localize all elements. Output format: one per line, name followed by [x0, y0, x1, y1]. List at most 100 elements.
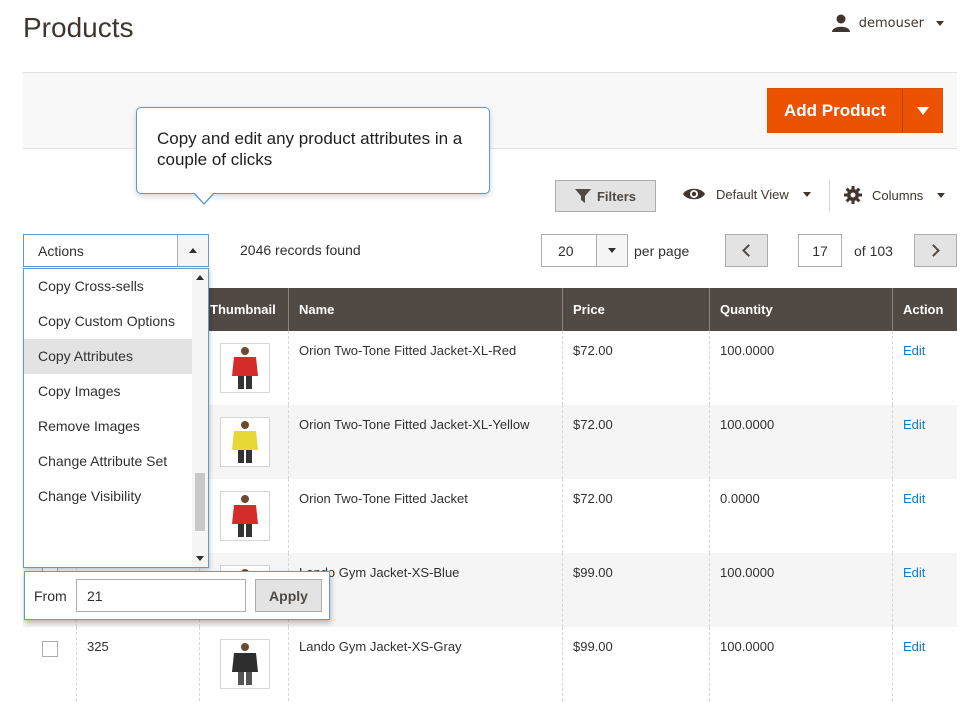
- row-thumbnail: [199, 479, 288, 553]
- per-page-toggle[interactable]: [596, 235, 627, 266]
- row-select-cell: [23, 627, 76, 701]
- user-name: demouser: [858, 15, 924, 31]
- from-label: From: [34, 587, 67, 604]
- jacket-image-icon: [232, 495, 258, 537]
- product-thumbnail[interactable]: [220, 491, 270, 541]
- copy-from-panel: From 21 Apply: [24, 571, 330, 620]
- edit-link[interactable]: Edit: [903, 417, 925, 432]
- row-quantity: 100.0000: [709, 331, 892, 405]
- columns-label: Columns: [872, 187, 924, 203]
- per-page-label: per page: [634, 243, 690, 259]
- apply-label: Apply: [269, 587, 308, 604]
- row-checkbox[interactable]: [41, 641, 58, 657]
- scroll-up-icon[interactable]: [196, 275, 204, 280]
- add-product-button[interactable]: Add Product: [768, 89, 902, 132]
- table-row: 325 Lando Gym Jacket-XS-Gray $99.00 100.…: [23, 627, 957, 701]
- actions-toggle[interactable]: [177, 235, 208, 266]
- row-action-cell: Edit: [892, 331, 957, 405]
- menu-item-copy-attributes[interactable]: Copy Attributes: [24, 339, 192, 374]
- add-product-label: Add Product: [784, 100, 886, 120]
- row-quantity: 0.0000: [709, 479, 892, 553]
- header-action: Action: [892, 288, 957, 331]
- chevron-right-icon: [927, 244, 940, 257]
- row-name: Orion Two-Tone Fitted Jacket-XL-Red: [288, 331, 562, 405]
- menu-item-change-attribute-set[interactable]: Change Attribute Set: [24, 444, 192, 479]
- row-action-cell: Edit: [892, 405, 957, 479]
- funnel-icon: [574, 189, 591, 203]
- per-page-select[interactable]: 20: [541, 234, 628, 267]
- product-thumbnail[interactable]: [220, 343, 270, 393]
- toolbar-divider: [829, 180, 830, 211]
- scrollbar-thumb[interactable]: [195, 473, 205, 531]
- feature-tooltip: Copy and edit any product attributes in …: [136, 107, 490, 205]
- user-icon: [831, 14, 850, 32]
- header-name[interactable]: Name: [288, 288, 562, 331]
- product-thumbnail[interactable]: [220, 417, 270, 467]
- tooltip-tail: [193, 192, 215, 205]
- row-price: $99.00: [562, 627, 709, 701]
- edit-link[interactable]: Edit: [903, 565, 925, 580]
- previous-page-button[interactable]: [725, 234, 768, 267]
- row-quantity: 100.0000: [709, 553, 892, 627]
- chevron-down-icon: [608, 248, 616, 253]
- jacket-image-icon: [232, 347, 258, 389]
- from-product-input[interactable]: 21: [76, 579, 246, 612]
- menu-item-copy-cross-sells[interactable]: Copy Cross-sells: [24, 269, 192, 304]
- row-quantity: 100.0000: [709, 405, 892, 479]
- total-pages: of 103: [854, 243, 893, 259]
- header-price[interactable]: Price: [562, 288, 709, 331]
- actions-label: Actions: [38, 242, 84, 259]
- row-price: $72.00: [562, 331, 709, 405]
- row-id: 325: [76, 627, 199, 701]
- view-label: Default View: [716, 186, 789, 202]
- add-product-split-button: Add Product: [767, 88, 943, 133]
- header-quantity[interactable]: Quantity: [709, 288, 892, 331]
- row-thumbnail: [199, 331, 288, 405]
- per-page-value: 20: [558, 242, 574, 259]
- chevron-left-icon: [742, 244, 755, 257]
- filters-button[interactable]: Filters: [555, 180, 656, 212]
- apply-button[interactable]: Apply: [255, 579, 322, 612]
- current-page-input[interactable]: 17: [798, 234, 842, 267]
- records-count: 2046 records found: [240, 242, 361, 258]
- menu-item-change-visibility[interactable]: Change Visibility: [24, 479, 192, 514]
- edit-link[interactable]: Edit: [903, 639, 925, 654]
- scroll-down-icon[interactable]: [196, 556, 204, 561]
- menu-item-copy-images[interactable]: Copy Images: [24, 374, 192, 409]
- row-name: Orion Two-Tone Fitted Jacket-XL-Yellow: [288, 405, 562, 479]
- add-product-options-toggle[interactable]: [902, 89, 942, 132]
- gear-icon: [844, 186, 862, 204]
- row-name: Orion Two-Tone Fitted Jacket: [288, 479, 562, 553]
- user-menu[interactable]: demouser: [831, 14, 944, 32]
- view-switcher[interactable]: Default View: [682, 186, 811, 202]
- next-page-button[interactable]: [914, 234, 957, 267]
- row-quantity: 100.0000: [709, 627, 892, 701]
- triangle-down-icon: [916, 106, 929, 115]
- edit-link[interactable]: Edit: [903, 491, 925, 506]
- actions-select[interactable]: Actions: [23, 234, 209, 267]
- jacket-image-icon: [232, 421, 258, 463]
- row-action-cell: Edit: [892, 479, 957, 553]
- row-price: $72.00: [562, 479, 709, 553]
- row-action-cell: Edit: [892, 627, 957, 701]
- chevron-down-icon: [937, 192, 946, 198]
- product-thumbnail[interactable]: [220, 639, 270, 689]
- row-name: Lando Gym Jacket-XS-Gray: [288, 627, 562, 701]
- edit-link[interactable]: Edit: [903, 343, 925, 358]
- actions-menu-list: Copy Cross-sells Copy Custom Options Cop…: [24, 269, 192, 514]
- chevron-up-icon: [189, 248, 197, 253]
- chevron-down-icon: [936, 20, 944, 26]
- header-thumbnail[interactable]: Thumbnail: [199, 288, 288, 331]
- page-title: Products: [23, 12, 134, 43]
- menu-item-copy-custom-options[interactable]: Copy Custom Options: [24, 304, 192, 339]
- row-action-cell: Edit: [892, 553, 957, 627]
- row-price: $99.00: [562, 553, 709, 627]
- actions-dropdown-menu: Copy Cross-sells Copy Custom Options Cop…: [23, 268, 209, 568]
- row-price: $72.00: [562, 405, 709, 479]
- jacket-image-icon: [232, 643, 258, 685]
- dropdown-scrollbar[interactable]: [192, 269, 208, 567]
- chevron-down-icon: [802, 191, 811, 197]
- columns-control[interactable]: Columns: [844, 186, 946, 204]
- menu-item-remove-images[interactable]: Remove Images: [24, 409, 192, 444]
- row-thumbnail: [199, 405, 288, 479]
